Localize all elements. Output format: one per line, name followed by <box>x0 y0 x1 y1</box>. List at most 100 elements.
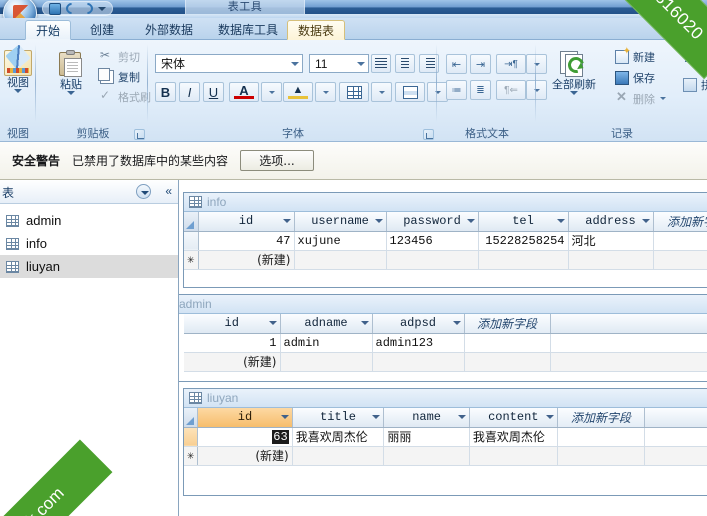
new-record-marker[interactable]: ✳ <box>184 250 199 270</box>
cell-adpsd[interactable]: admin123 <box>372 333 465 353</box>
fill-color-button[interactable]: ▲ <box>283 82 313 102</box>
new-record-row[interactable]: (新建) <box>184 352 707 372</box>
chevron-down-icon[interactable] <box>556 219 565 223</box>
new-cell[interactable] <box>280 352 373 372</box>
new-record-row[interactable]: ✳ (新建) <box>184 446 707 466</box>
decrease-indent-button[interactable]: ⇤ <box>446 54 467 74</box>
table-row[interactable]: 63 我喜欢周杰伦 丽丽 我喜欢周杰伦 <box>184 427 707 447</box>
chevron-down-icon[interactable] <box>545 415 554 419</box>
column-header-password[interactable]: password <box>386 212 479 232</box>
new-cell[interactable] <box>294 250 387 270</box>
totals-button[interactable]: 汇总 <box>683 47 707 65</box>
cell-name[interactable]: 丽丽 <box>383 427 470 447</box>
chevron-down-icon[interactable] <box>67 91 75 95</box>
chevron-down-icon[interactable] <box>280 415 289 419</box>
add-new-field-header[interactable]: 添加新字段 <box>464 314 551 334</box>
tab-database-tools[interactable]: 数据库工具 <box>208 20 288 40</box>
tab-external-data[interactable]: 外部数据 <box>135 20 203 40</box>
chevron-down-icon[interactable] <box>291 62 299 66</box>
cell-content[interactable]: 我喜欢周杰伦 <box>469 427 558 447</box>
font-dialog-launcher[interactable] <box>423 129 434 140</box>
cell-tel[interactable]: 15228258254 <box>478 231 569 251</box>
increase-indent-button[interactable]: ⇥ <box>470 54 491 74</box>
undo-icon[interactable] <box>63 0 80 17</box>
new-cell[interactable] <box>469 446 558 466</box>
chevron-down-icon[interactable] <box>457 415 466 419</box>
customize-qat-icon[interactable] <box>98 6 106 11</box>
new-record-marker[interactable]: ✳ <box>184 446 199 466</box>
tab-home[interactable]: 开始 <box>25 20 72 40</box>
rtl-button[interactable]: ¶⇐ <box>496 80 526 100</box>
cell-id[interactable]: 1 <box>184 333 281 353</box>
select-all-corner[interactable] <box>184 212 199 232</box>
new-cell[interactable] <box>568 250 654 270</box>
chevron-down-icon[interactable] <box>374 219 383 223</box>
save-icon[interactable] <box>49 2 61 15</box>
chevron-down-icon[interactable] <box>641 219 650 223</box>
save-record-button[interactable]: 保存 <box>615 69 655 86</box>
new-cell[interactable] <box>383 446 470 466</box>
office-orb-button[interactable] <box>3 0 37 18</box>
font-color-dropdown[interactable] <box>261 82 282 102</box>
chevron-down-icon[interactable] <box>466 219 475 223</box>
row-selector[interactable] <box>184 231 199 251</box>
cell-password[interactable]: 123456 <box>386 231 479 251</box>
clipboard-dialog-launcher[interactable] <box>134 129 145 140</box>
cut-button[interactable]: 剪切 <box>100 48 140 65</box>
sidebar-item-admin[interactable]: admin <box>0 209 178 232</box>
column-header-adpsd[interactable]: adpsd <box>372 314 465 334</box>
row-selector[interactable] <box>184 427 199 447</box>
copy-button[interactable]: 复制 <box>98 67 140 85</box>
bulleted-list-button[interactable]: ≣ <box>470 80 491 100</box>
new-cell[interactable] <box>292 446 385 466</box>
chevron-down-icon[interactable] <box>360 321 369 325</box>
paste-button[interactable]: 粘贴 <box>48 48 94 95</box>
sidebar-item-info[interactable]: info <box>0 232 178 255</box>
chevron-down-icon[interactable] <box>14 89 22 93</box>
datasheet-grid-liuyan[interactable]: id title name content 添加新字段 63 我喜欢周杰伦 丽丽… <box>184 408 707 466</box>
cell-adname[interactable]: admin <box>280 333 373 353</box>
collapse-pane-icon[interactable]: « <box>165 184 172 198</box>
redo-icon[interactable] <box>79 0 96 17</box>
datasheet-window-admin[interactable]: admin id adname adpsd 添加新字段 1 admin admi… <box>179 294 707 382</box>
new-record-label[interactable]: (新建) <box>197 446 293 466</box>
refresh-all-button[interactable]: 全部刷新 <box>543 48 605 95</box>
fill-color-dropdown[interactable] <box>315 82 336 102</box>
cell-address[interactable]: 河北 <box>568 231 654 251</box>
tab-datasheet[interactable]: 数据表 <box>287 20 346 40</box>
chevron-down-icon[interactable] <box>452 321 461 325</box>
cell-id[interactable]: 47 <box>198 231 295 251</box>
column-header-id[interactable]: id <box>197 408 293 428</box>
new-cell[interactable] <box>386 250 479 270</box>
column-header-id[interactable]: id <box>184 314 281 334</box>
chevron-down-icon[interactable] <box>372 415 381 419</box>
new-record-label[interactable]: (新建) <box>198 250 295 270</box>
new-record-label[interactable]: (新建) <box>184 352 281 372</box>
new-cell[interactable] <box>372 352 465 372</box>
font-name-combo[interactable]: 宋体 <box>155 54 303 73</box>
new-record-row[interactable]: ✳ (新建) <box>184 250 707 270</box>
chevron-down-icon[interactable] <box>660 97 666 100</box>
italic-button[interactable]: I <box>179 82 200 102</box>
delete-record-button[interactable]: 删除 <box>615 89 666 107</box>
table-row[interactable]: 47 xujune 123456 15228258254 河北 <box>184 231 707 251</box>
gridlines-dropdown[interactable] <box>371 82 392 102</box>
numbered-list-button[interactable]: ≔ <box>446 80 467 100</box>
datasheet-window-info[interactable]: info id username password tel address 添加… <box>183 192 707 288</box>
tab-create[interactable]: 创建 <box>80 20 124 40</box>
format-painter-button[interactable]: 格式刷 <box>100 88 151 105</box>
column-header-username[interactable]: username <box>294 212 387 232</box>
column-header-name[interactable]: name <box>383 408 470 428</box>
chevron-down-icon[interactable] <box>282 219 291 223</box>
spelling-button[interactable]: 拼写检查 <box>683 76 707 93</box>
navigation-pane-menu-icon[interactable] <box>136 184 151 199</box>
navigation-pane-header[interactable]: 表 « <box>0 180 178 204</box>
datasheet-window-liuyan[interactable]: liuyan id title name content 添加新字段 63 我喜… <box>183 388 707 496</box>
cell-title[interactable]: 我喜欢周杰伦 <box>292 427 385 447</box>
new-record-button[interactable]: 新建 <box>615 46 655 65</box>
align-left-button[interactable] <box>371 54 391 73</box>
column-header-content[interactable]: content <box>469 408 558 428</box>
select-all-corner[interactable] <box>184 408 199 428</box>
chevron-down-icon[interactable] <box>570 91 578 95</box>
bold-button[interactable]: B <box>155 82 176 102</box>
